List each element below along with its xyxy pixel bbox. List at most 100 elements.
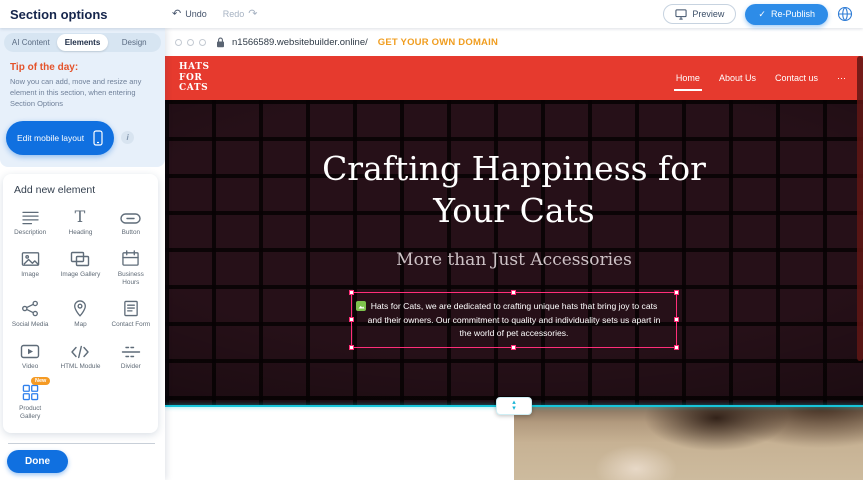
preview-button[interactable]: Preview (663, 4, 736, 24)
window-dot-icon (187, 39, 194, 46)
code-icon (70, 340, 90, 359)
nav-overflow-menu[interactable]: ⋯ (837, 69, 846, 88)
tip-of-the-day: Tip of the day: Now you can add, move an… (4, 52, 161, 112)
info-icon[interactable]: i (121, 131, 134, 144)
history-controls: ↶ Undo Redo ↷ (172, 9, 257, 20)
phone-icon (93, 130, 103, 146)
element-option-label: Description (14, 229, 46, 237)
redo-icon: ↷ (248, 9, 257, 20)
site-logo[interactable]: HATS FOR CATS (179, 62, 231, 94)
preview-label: Preview (692, 9, 724, 19)
element-option-divider[interactable]: Divider (106, 340, 156, 371)
page-title: Section options (10, 7, 108, 22)
undo-button[interactable]: ↶ Undo (172, 9, 207, 20)
editor-preview-area: n1566589.websitebuilder.online/ GET YOUR… (165, 28, 863, 480)
map-pin-icon (73, 298, 87, 317)
element-option-description[interactable]: Description (5, 206, 55, 237)
resize-handle[interactable] (511, 290, 516, 295)
site-viewport: HATS FOR CATS Home About Us Contact us ⋯… (165, 56, 863, 480)
redo-button[interactable]: Redo ↷ (223, 9, 258, 20)
element-option-label: Button (122, 229, 140, 237)
element-option-label: Image Gallery (61, 271, 101, 279)
element-option-label: Video (22, 363, 38, 371)
site-nav: Home About Us Contact us ⋯ (676, 69, 846, 88)
hero-paragraph[interactable]: Hats for Cats, we are dedicated to craft… (364, 300, 664, 340)
next-section-blank (165, 406, 514, 480)
panel-top: AI Content Elements Design Tip of the da… (0, 28, 165, 167)
cat-photo (514, 406, 863, 480)
edit-mobile-layout-button[interactable]: Edit mobile layout (6, 121, 114, 155)
element-option-contact-form[interactable]: Contact Form (106, 298, 156, 329)
element-option-video[interactable]: Video (5, 340, 55, 371)
edit-mobile-layout-label: Edit mobile layout (17, 133, 84, 143)
element-option-image-gallery[interactable]: Image Gallery (55, 248, 105, 287)
tip-title: Tip of the day: (10, 62, 155, 73)
page-scrollbar[interactable] (857, 56, 863, 480)
element-option-social-media[interactable]: Social Media (5, 298, 55, 329)
topbar-actions: Preview ✓ Re-Publish (663, 4, 853, 25)
browser-address-bar: n1566589.websitebuilder.online/ GET YOUR… (165, 28, 863, 56)
element-option-html-module[interactable]: HTML Module (55, 340, 105, 371)
republish-button[interactable]: ✓ Re-Publish (745, 4, 828, 25)
nav-item-home[interactable]: Home (676, 69, 700, 87)
done-button[interactable]: Done (7, 450, 68, 473)
app-window: Section options ↶ Undo Redo ↷ Preview (0, 0, 863, 480)
calendar-icon (121, 248, 140, 267)
hero-subtitle[interactable]: More than Just Accessories (165, 250, 863, 270)
element-option-business-hours[interactable]: Business Hours (106, 248, 156, 287)
tab-ai-content[interactable]: AI Content (5, 34, 57, 51)
element-option-map[interactable]: Map (55, 298, 105, 329)
scrollbar-thumb[interactable] (857, 56, 863, 361)
tab-elements[interactable]: Elements (57, 34, 109, 51)
resize-handle[interactable] (511, 345, 516, 350)
element-option-label: HTML Module (61, 363, 101, 371)
element-option-label: Social Media (12, 321, 49, 329)
section-options-panel: AI Content Elements Design Tip of the da… (0, 28, 165, 480)
form-icon (123, 298, 139, 317)
element-option-product-gallery[interactable]: New Product Gallery (5, 382, 55, 421)
language-globe-button[interactable] (837, 6, 853, 22)
republish-label: Re-Publish (771, 9, 815, 19)
resize-handle[interactable] (674, 290, 679, 295)
section-resize-handle[interactable]: ▴ ▾ (496, 397, 532, 415)
add-element-card: Add new element Description T Heading (3, 174, 158, 433)
share-icon (21, 298, 39, 317)
resize-handle[interactable] (349, 345, 354, 350)
undo-icon: ↶ (172, 9, 181, 20)
nav-item-contact-us[interactable]: Contact us (775, 69, 818, 87)
window-dot-icon (199, 39, 206, 46)
image-placeholder-icon[interactable] (356, 301, 366, 311)
element-option-label: Product Gallery (8, 405, 52, 421)
hero-section[interactable]: Crafting Happiness for Your Cats More th… (165, 100, 863, 406)
resize-handle[interactable] (674, 345, 679, 350)
globe-icon (837, 6, 853, 22)
nav-item-about-us[interactable]: About Us (719, 69, 756, 87)
panel-tabs: AI Content Elements Design (4, 33, 161, 52)
monitor-icon (675, 9, 687, 20)
hero-title[interactable]: Crafting Happiness for Your Cats (314, 148, 714, 232)
resize-handle[interactable] (349, 317, 354, 322)
check-icon: ✓ (758, 9, 766, 20)
undo-label: Undo (185, 9, 207, 19)
element-option-label: Contact Form (111, 321, 150, 329)
divider-icon (121, 340, 141, 359)
arrow-down-icon: ▾ (512, 406, 516, 412)
element-option-label: Map (74, 321, 86, 329)
add-element-title: Add new element (14, 184, 156, 196)
resize-handle[interactable] (674, 317, 679, 322)
element-option-heading[interactable]: T Heading (55, 206, 105, 237)
resize-handle[interactable] (349, 290, 354, 295)
button-icon (120, 206, 141, 225)
image-icon (21, 248, 40, 267)
selected-text-element[interactable]: Hats for Cats, we are dedicated to craft… (351, 292, 677, 348)
element-option-image[interactable]: Image (5, 248, 55, 287)
site-page: HATS FOR CATS Home About Us Contact us ⋯… (165, 56, 863, 480)
site-header[interactable]: HATS FOR CATS Home About Us Contact us ⋯ (165, 56, 863, 100)
heading-t-icon: T (71, 206, 89, 225)
next-section[interactable] (165, 406, 863, 480)
window-dot-icon (175, 39, 182, 46)
topbar: Section options ↶ Undo Redo ↷ Preview (0, 0, 863, 28)
get-domain-link[interactable]: GET YOUR OWN DOMAIN (378, 37, 498, 48)
element-option-button[interactable]: Button (106, 206, 156, 237)
tab-design[interactable]: Design (108, 34, 160, 51)
